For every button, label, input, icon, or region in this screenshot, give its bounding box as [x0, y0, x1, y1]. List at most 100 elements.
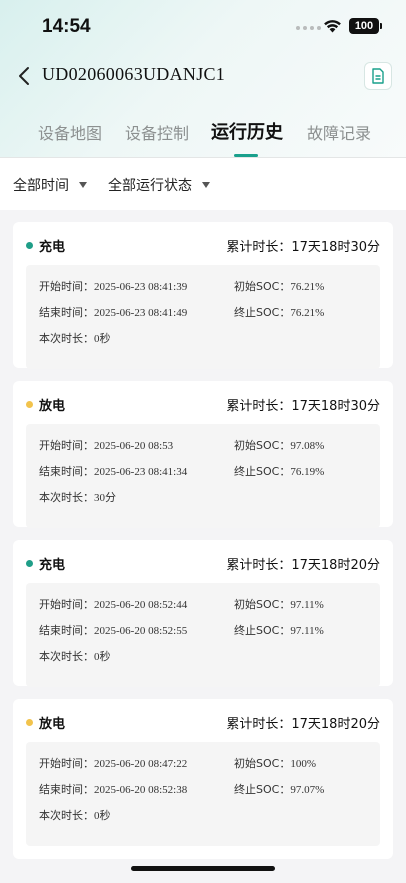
start-time-label: 开始时间： [39, 757, 94, 770]
tab-run-history[interactable]: 运行历史 [211, 118, 283, 144]
end-time-label: 结束时间： [39, 465, 94, 478]
discharge-status-dot [26, 401, 33, 408]
tab-device-map[interactable]: 设备地图 [38, 120, 102, 144]
record-header: 放电 累计时长：17天18时20分 [13, 699, 393, 741]
record-detail: 开始时间：2025-06-23 08:41:39 初始SOC：76.21% 结束… [26, 265, 380, 369]
start-soc-row: 初始SOC：97.11% [234, 596, 324, 612]
end-time-row: 结束时间：2025-06-23 08:41:34 [39, 463, 187, 479]
record-state: 充电 [39, 240, 66, 255]
duration-value: 0秒 [94, 651, 111, 663]
cumulative-value: 17天18时30分 [291, 399, 380, 414]
start-time-row: 开始时间：2025-06-20 08:53 [39, 437, 173, 453]
history-record-card[interactable]: 放电 累计时长：17天18时20分 开始时间：2025-06-20 08:47:… [13, 699, 393, 859]
state-filter-label: 全部运行状态 [108, 178, 192, 194]
back-arrow-icon[interactable] [14, 64, 36, 88]
start-soc-value: 97.11% [290, 599, 324, 611]
end-time-value: 2025-06-23 08:41:49 [94, 307, 188, 319]
start-time-row: 开始时间：2025-06-20 08:47:22 [39, 755, 187, 771]
end-soc-value: 97.07% [290, 784, 325, 796]
record-detail: 开始时间：2025-06-20 08:47:22 初始SOC：100% 结束时间… [26, 742, 380, 846]
time-filter-label: 全部时间 [13, 178, 69, 194]
start-time-value: 2025-06-20 08:47:22 [94, 758, 188, 770]
end-time-label: 结束时间： [39, 624, 94, 637]
history-record-card[interactable]: 放电 累计时长：17天18时30分 开始时间：2025-06-20 08:53 … [13, 381, 393, 528]
start-soc-value: 100% [290, 758, 316, 770]
header-area: 14:54 100 UD02060063UDANJC1 设备地图 设备控制 运行… [0, 0, 406, 158]
start-time-label: 开始时间： [39, 598, 94, 611]
record-state: 放电 [39, 399, 66, 414]
charge-status-dot [26, 242, 33, 249]
start-soc-row: 初始SOC：76.21% [234, 278, 324, 294]
record-state: 放电 [39, 717, 66, 732]
end-soc-row: 终止SOC：97.07% [234, 781, 324, 797]
cumulative-value: 17天18时30分 [291, 240, 380, 255]
duration-label: 本次时长： [39, 491, 94, 504]
duration-label: 本次时长： [39, 809, 94, 822]
battery-icon: 100 [349, 18, 382, 34]
end-soc-label: 终止SOC： [234, 306, 291, 319]
duration-row: 本次时长：0秒 [39, 807, 111, 823]
tab-bar: 设备地图 设备控制 运行历史 故障记录 [0, 116, 406, 158]
start-time-row: 开始时间：2025-06-20 08:52:44 [39, 596, 187, 612]
history-record-card[interactable]: 充电 累计时长：17天18时20分 开始时间：2025-06-20 08:52:… [13, 540, 393, 687]
tab-device-control[interactable]: 设备控制 [125, 120, 189, 144]
end-time-value: 2025-06-20 08:52:55 [94, 625, 188, 637]
start-time-label: 开始时间： [39, 280, 94, 293]
start-soc-value: 76.21% [290, 281, 325, 293]
end-soc-row: 终止SOC：76.21% [234, 304, 324, 320]
history-record-card[interactable]: 充电 累计时长：17天18时30分 开始时间：2025-06-23 08:41:… [13, 222, 393, 369]
discharge-status-dot [26, 719, 33, 726]
start-soc-label: 初始SOC： [234, 439, 291, 452]
cumulative-value: 17天18时20分 [291, 558, 380, 573]
caret-down-icon [79, 182, 87, 188]
end-time-row: 结束时间：2025-06-20 08:52:38 [39, 781, 187, 797]
caret-down-icon [202, 182, 210, 188]
document-button[interactable] [364, 62, 392, 90]
end-time-row: 结束时间：2025-06-20 08:52:55 [39, 622, 187, 638]
end-time-value: 2025-06-23 08:41:34 [94, 466, 188, 478]
tab-fault-records[interactable]: 故障记录 [307, 120, 371, 144]
record-header: 充电 累计时长：17天18时20分 [13, 540, 393, 582]
duration-value: 0秒 [94, 810, 111, 822]
end-time-label: 结束时间： [39, 783, 94, 796]
duration-row: 本次时长：0秒 [39, 330, 111, 346]
start-time-value: 2025-06-23 08:41:39 [94, 281, 188, 293]
start-time-value: 2025-06-20 08:52:44 [94, 599, 188, 611]
home-indicator [131, 866, 275, 871]
charge-status-dot [26, 560, 33, 567]
cumulative-duration: 累计时长：17天18时20分 [226, 554, 380, 573]
time-filter-dropdown[interactable]: 全部时间 [13, 175, 87, 195]
record-detail: 开始时间：2025-06-20 08:52:44 初始SOC：97.11% 结束… [26, 583, 380, 687]
cumulative-label: 累计时长： [226, 399, 292, 414]
duration-label: 本次时长： [39, 650, 94, 663]
cumulative-value: 17天18时20分 [291, 717, 380, 732]
end-soc-row: 终止SOC：97.11% [234, 622, 324, 638]
page-title: UD02060063UDANJC1 [42, 64, 226, 84]
state-filter-dropdown[interactable]: 全部运行状态 [108, 175, 210, 195]
end-soc-label: 终止SOC： [234, 465, 291, 478]
end-soc-row: 终止SOC：76.19% [234, 463, 324, 479]
cumulative-duration: 累计时长：17天18时20分 [226, 713, 380, 732]
start-soc-label: 初始SOC： [234, 757, 291, 770]
start-soc-label: 初始SOC： [234, 598, 291, 611]
cumulative-duration: 累计时长：17天18时30分 [226, 395, 380, 414]
end-soc-value: 76.21% [290, 307, 325, 319]
record-header: 放电 累计时长：17天18时30分 [13, 381, 393, 423]
status-time: 14:54 [42, 16, 91, 37]
end-time-value: 2025-06-20 08:52:38 [94, 784, 188, 796]
end-soc-value: 97.11% [290, 625, 324, 637]
screen: 14:54 100 UD02060063UDANJC1 设备地图 设备控制 运行… [0, 0, 406, 883]
duration-row: 本次时长：30分 [39, 489, 116, 505]
status-bar: 14:54 100 [0, 0, 406, 54]
end-soc-label: 终止SOC： [234, 783, 291, 796]
end-soc-label: 终止SOC： [234, 624, 291, 637]
start-time-row: 开始时间：2025-06-23 08:41:39 [39, 278, 187, 294]
duration-row: 本次时长：0秒 [39, 648, 111, 664]
record-detail: 开始时间：2025-06-20 08:53 初始SOC：97.08% 结束时间：… [26, 424, 380, 528]
start-soc-label: 初始SOC： [234, 280, 291, 293]
end-time-row: 结束时间：2025-06-23 08:41:49 [39, 304, 187, 320]
document-icon [372, 68, 384, 84]
cumulative-duration: 累计时长：17天18时30分 [226, 236, 380, 255]
record-state: 充电 [39, 558, 66, 573]
wifi-icon [324, 20, 341, 33]
